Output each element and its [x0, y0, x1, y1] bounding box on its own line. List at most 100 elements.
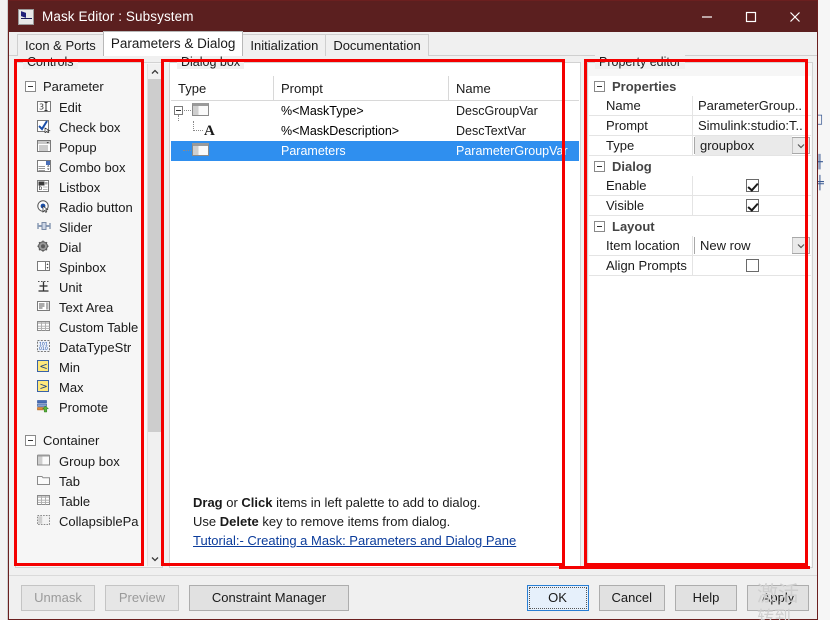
property-value-type[interactable]: groupbox: [693, 136, 811, 155]
tutorial-link[interactable]: Tutorial:- Creating a Mask: Parameters a…: [193, 533, 516, 548]
palette-group-container[interactable]: Container: [17, 430, 147, 451]
close-icon[interactable]: [773, 1, 817, 32]
palette-group-parameter[interactable]: Parameter: [17, 76, 147, 97]
dialog-box-empty-area[interactable]: [171, 161, 579, 493]
help-button[interactable]: Help: [675, 584, 737, 611]
preview-button[interactable]: Preview: [105, 584, 179, 611]
property-row-prompt[interactable]: Prompt Simulink:studio:T..: [589, 116, 811, 136]
property-value-prompt[interactable]: Simulink:studio:T..: [693, 116, 811, 135]
enable-checkbox[interactable]: [745, 179, 759, 192]
property-section-properties-label: Properties: [612, 78, 677, 94]
palette-scrollbar[interactable]: [147, 64, 162, 566]
expand-collapse-icon[interactable]: [174, 106, 183, 115]
property-editor-list[interactable]: Properties Name ParameterGroup.. Prompt …: [589, 76, 811, 566]
row-type-cell: [171, 101, 274, 121]
tab-strip: Icon & Ports Parameters & Dialog Initial…: [9, 31, 817, 56]
desktop-left-strip: [0, 0, 8, 620]
property-section-dialog[interactable]: Dialog: [589, 156, 811, 176]
property-row-enable[interactable]: Enable: [589, 176, 811, 196]
palette-item-collapsible-panel[interactable]: CollapsiblePa: [17, 511, 147, 531]
palette-item-dial[interactable]: Dial: [17, 237, 147, 257]
maximize-icon[interactable]: [729, 1, 773, 32]
align-prompts-checkbox[interactable]: [745, 259, 759, 272]
palette-item-text-area[interactable]: Text Area: [17, 297, 147, 317]
palette-item-radio-button-label: Radio button: [59, 199, 133, 215]
datatypestr-icon: 101 010: [37, 339, 53, 355]
property-value-item-location[interactable]: New row: [693, 236, 811, 255]
tab-parameters-and-dialog[interactable]: Parameters & Dialog: [102, 31, 244, 56]
promote-icon: [37, 399, 53, 415]
combo-box-icon: [37, 159, 53, 175]
palette-item-group-box[interactable]: Group box: [17, 451, 147, 471]
item-location-combobox[interactable]: New row: [694, 236, 810, 255]
property-row-type[interactable]: Type groupbox: [589, 136, 811, 156]
palette-item-listbox[interactable]: b Listbox: [17, 177, 147, 197]
table-row[interactable]: %<MaskType> DescGroupVar: [171, 101, 579, 121]
tab-icon-and-ports[interactable]: Icon & Ports: [17, 34, 104, 56]
help-click-word: Click: [241, 495, 273, 510]
row-prompt-cell: Parameters: [281, 144, 346, 158]
palette-item-popup[interactable]: Popup: [17, 137, 147, 157]
property-label-name: Name: [589, 96, 693, 115]
svg-text:010: 010: [39, 346, 48, 352]
cancel-button[interactable]: Cancel: [598, 584, 665, 611]
visible-checkbox[interactable]: [745, 199, 759, 212]
ok-button[interactable]: OK: [526, 584, 589, 611]
minimize-icon[interactable]: [685, 1, 729, 32]
property-value-align-prompts[interactable]: [693, 256, 811, 275]
palette-item-slider[interactable]: Slider: [17, 217, 147, 237]
palette-item-min[interactable]: < Min: [17, 357, 147, 377]
table-row[interactable]: Parameters ParameterGroupVar: [171, 141, 579, 161]
svg-text:<: <: [39, 361, 47, 372]
palette-item-datatypestr[interactable]: 101 010 DataTypeStr: [17, 337, 147, 357]
palette-item-custom-table[interactable]: Custom Table: [17, 317, 147, 337]
scroll-up-arrow[interactable]: [148, 64, 162, 79]
collapse-icon[interactable]: [594, 220, 605, 232]
type-combobox-value: groupbox: [695, 136, 792, 155]
property-section-layout[interactable]: Layout: [589, 216, 811, 236]
property-value-name[interactable]: ParameterGroup..: [693, 96, 811, 115]
type-combobox[interactable]: groupbox: [694, 136, 810, 155]
collapse-icon[interactable]: [25, 435, 36, 446]
constraint-manager-button[interactable]: Constraint Manager: [189, 584, 349, 611]
palette-item-spinbox[interactable]: Spinbox: [17, 257, 147, 277]
scroll-down-arrow[interactable]: [148, 551, 162, 566]
property-value-enable[interactable]: [693, 176, 811, 195]
collapse-icon[interactable]: [25, 81, 36, 92]
palette-item-custom-table-label: Custom Table: [59, 319, 139, 335]
column-header-name[interactable]: Name: [449, 76, 579, 100]
palette-scroll-thumb[interactable]: [148, 79, 162, 432]
palette-item-table[interactable]: Table: [17, 491, 147, 511]
palette-item-edit[interactable]: 3 Edit: [17, 97, 147, 117]
tab-documentation[interactable]: Documentation: [325, 34, 429, 56]
palette-item-max[interactable]: > Max: [17, 377, 147, 397]
column-header-prompt[interactable]: Prompt: [274, 76, 449, 100]
palette-item-combo-box[interactable]: Combo box: [17, 157, 147, 177]
apply-button[interactable]: Apply: [747, 584, 809, 611]
column-header-type[interactable]: Type: [171, 76, 274, 100]
unmask-button[interactable]: Unmask: [21, 584, 95, 611]
property-row-name[interactable]: Name ParameterGroup..: [589, 96, 811, 116]
property-row-visible[interactable]: Visible: [589, 196, 811, 216]
controls-palette-title: Controls: [23, 55, 78, 69]
palette-item-promote[interactable]: Promote: [17, 397, 147, 417]
dialog-box-tree[interactable]: Type Prompt Name %<MaskType> DescGroupVa…: [171, 76, 579, 566]
table-row[interactable]: A %<MaskDescription> DescTextVar: [171, 121, 579, 141]
palette-item-check-box[interactable]: Check box: [17, 117, 147, 137]
property-row-align-prompts[interactable]: Align Prompts: [589, 256, 811, 276]
property-value-visible[interactable]: [693, 196, 811, 215]
palette-item-unit[interactable]: Unit: [17, 277, 147, 297]
dial-icon: [37, 240, 53, 255]
palette-item-tab[interactable]: Tab: [17, 471, 147, 491]
controls-palette-list[interactable]: Parameter 3 Edit Check box Popup Combo b…: [17, 76, 147, 566]
property-row-item-location[interactable]: Item location New row: [589, 236, 811, 256]
mask-editor-window: Mask Editor : Subsystem Icon & Ports Par…: [8, 0, 818, 620]
chevron-down-icon[interactable]: [792, 238, 809, 253]
chevron-down-icon[interactable]: [792, 138, 809, 153]
palette-item-radio-button[interactable]: Radio button: [17, 197, 147, 217]
collapse-icon[interactable]: [594, 80, 605, 92]
property-section-properties[interactable]: Properties: [589, 76, 811, 96]
tab-initialization[interactable]: Initialization: [242, 34, 327, 56]
collapse-icon[interactable]: [594, 160, 605, 172]
property-label-enable: Enable: [589, 176, 693, 195]
